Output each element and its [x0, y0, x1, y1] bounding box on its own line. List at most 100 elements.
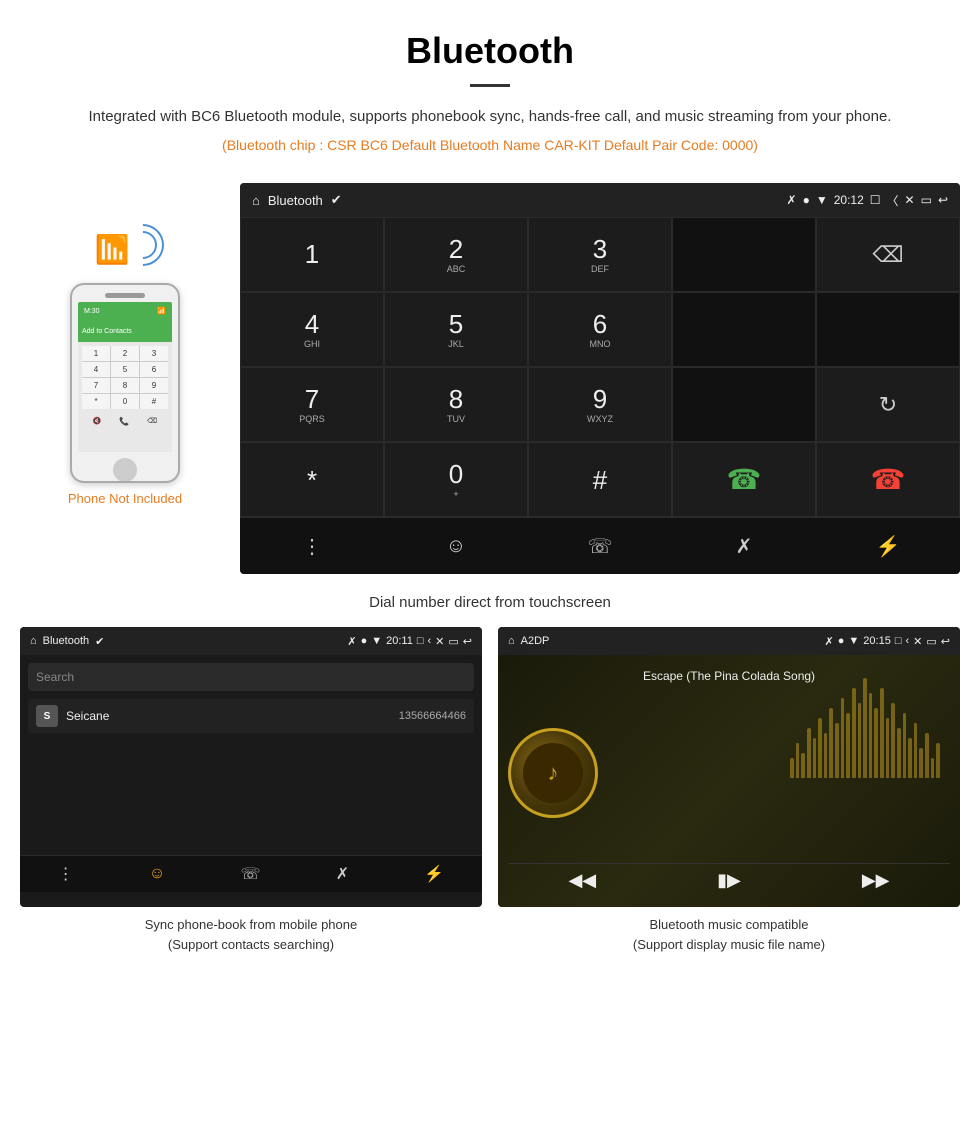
upper-section: 📶 M:30 📶 Add to Contacts 1 2: [20, 183, 960, 574]
pb-back-icon: ↩: [463, 635, 472, 648]
music-home-icon: ⌂: [508, 635, 515, 647]
pb-body: Search S Seicane 13566664466: [20, 655, 482, 855]
lower-section: ⌂ Bluetooth ✔ ✗ ● ▼ 20:11 □ ‹ ✕ ▭ ↩: [20, 627, 960, 954]
a2dp-music-icon: ♪: [523, 743, 583, 803]
a2dp-prev-button[interactable]: ◀◀: [568, 870, 596, 891]
dial-empty-4: [672, 367, 816, 442]
phonebook-screen: ⌂ Bluetooth ✔ ✗ ● ▼ 20:11 □ ‹ ✕ ▭ ↩: [20, 627, 482, 907]
bt-icon[interactable]: ✗: [724, 528, 764, 564]
a2dp-waveform: [790, 758, 940, 778]
music-statusbar: ⌂ A2DP ✗ ● ▼ 20:15 □ ‹ ✕ ▭ ↩: [498, 627, 960, 655]
music-back-icon: ↩: [941, 635, 950, 648]
dial-empty-3: [816, 292, 960, 367]
pb-contact-row[interactable]: S Seicane 13566664466: [28, 699, 474, 733]
bluetooth-wave-icon: 📶: [85, 223, 165, 283]
phone-icon[interactable]: ☏: [580, 528, 620, 564]
a2dp-album-art: ♪: [508, 728, 598, 818]
pb-search-placeholder: Search: [36, 670, 74, 684]
page-title: Bluetooth: [60, 30, 920, 72]
pb-bluetooth-icon[interactable]: ✗: [336, 864, 349, 884]
music-screen: ⌂ A2DP ✗ ● ▼ 20:15 □ ‹ ✕ ▭ ↩: [498, 627, 960, 907]
dial-key-4[interactable]: 4GHI: [240, 292, 384, 367]
pb-person-icon[interactable]: ☺: [149, 865, 165, 883]
dial-key-6[interactable]: 6MNO: [528, 292, 672, 367]
music-rect-icon: ▭: [926, 635, 936, 648]
home-icon: ⌂: [252, 193, 260, 208]
dial-statusbar: ⌂ Bluetooth ✔ ✗ ● ▼ 20:12 ☐ 〈 ✕ ▭ ↩: [240, 183, 960, 217]
pb-wifi-icon: ▼: [371, 635, 382, 647]
a2dp-playpause-button[interactable]: ▮▶: [717, 870, 741, 891]
dial-key-hash[interactable]: #: [528, 442, 672, 517]
dial-screen: ⌂ Bluetooth ✔ ✗ ● ▼ 20:12 ☐ 〈 ✕ ▭ ↩: [240, 183, 960, 574]
phone-screen: M:30 📶 Add to Contacts 1 2 3 4 5 6 7: [78, 302, 172, 452]
phone-screen-bar: M:30 📶: [78, 302, 172, 320]
pb-gps-icon: ●: [361, 635, 368, 647]
music-gps-icon: ●: [838, 635, 845, 647]
dial-key-2[interactable]: 2ABC: [384, 217, 528, 292]
dial-key-3[interactable]: 3DEF: [528, 217, 672, 292]
a2dp-next-button[interactable]: ▶▶: [862, 870, 890, 891]
pb-phone-icon[interactable]: ☏: [240, 864, 260, 884]
pb-contact-phone: 13566664466: [399, 710, 466, 722]
dial-bottom-bar: ⋮ ☺ ☏ ✗ ⚡: [240, 517, 960, 574]
pb-search-bar[interactable]: Search: [28, 663, 474, 691]
x-icon: ✕: [905, 193, 915, 207]
pb-title: Bluetooth: [43, 635, 89, 647]
dial-call-button[interactable]: ☎: [672, 442, 816, 517]
page-description: Integrated with BC6 Bluetooth module, su…: [60, 105, 920, 129]
phone-speaker: [105, 293, 145, 298]
phone-call-bar: Add to Contacts: [78, 320, 172, 342]
dial-caption: Dial number direct from touchscreen: [369, 594, 611, 611]
gps-icon: ●: [803, 193, 810, 207]
pb-x-icon: ✕: [435, 635, 444, 648]
dial-empty-2: [672, 292, 816, 367]
wifi-icon: ▼: [816, 193, 828, 207]
phone-area: 📶 M:30 📶 Add to Contacts 1 2: [20, 183, 230, 506]
a2dp-controls: ◀◀ ▮▶ ▶▶: [508, 863, 950, 897]
music-bt-icon: ✗: [825, 635, 834, 648]
dial-key-star[interactable]: *: [240, 442, 384, 517]
music-x-icon: ✕: [913, 635, 922, 648]
pb-usb-icon: ✔: [95, 635, 104, 648]
music-caption: Bluetooth music compatible (Support disp…: [498, 915, 960, 954]
dial-backspace-button[interactable]: ⌫: [816, 217, 960, 292]
phone-dialpad: 1 2 3 4 5 6 7 8 9 * 0 #: [82, 346, 168, 409]
pb-key-icon[interactable]: ⚡: [424, 864, 444, 884]
pb-cam-icon: □: [417, 635, 424, 647]
music-cam-icon: □: [895, 635, 902, 647]
page-header: Bluetooth Integrated with BC6 Bluetooth …: [0, 0, 980, 183]
music-item: ⌂ A2DP ✗ ● ▼ 20:15 □ ‹ ✕ ▭ ↩: [498, 627, 960, 954]
screen-title: Bluetooth: [268, 193, 323, 208]
rect-icon: ▭: [921, 193, 932, 207]
dial-key-5[interactable]: 5JKL: [384, 292, 528, 367]
dial-end-button[interactable]: ☎: [816, 442, 960, 517]
pb-rect-icon: ▭: [448, 635, 458, 648]
pb-time: 20:11: [386, 635, 413, 647]
dial-key-0[interactable]: 0+: [384, 442, 528, 517]
pb-home-icon: ⌂: [30, 635, 37, 647]
bluetooth-status-icon: ✗: [787, 193, 797, 207]
camera-icon: ☐: [870, 193, 881, 207]
pb-bt-icon: ✗: [347, 635, 356, 648]
dial-key-8[interactable]: 8TUV: [384, 367, 528, 442]
phone-mockup: M:30 📶 Add to Contacts 1 2 3 4 5 6 7: [70, 283, 180, 483]
dial-refresh-button[interactable]: ↻: [816, 367, 960, 442]
pb-contact-name: Seicane: [66, 709, 399, 723]
dialpad-icon[interactable]: ⋮: [292, 528, 332, 564]
phonebook-item: ⌂ Bluetooth ✔ ✗ ● ▼ 20:11 □ ‹ ✕ ▭ ↩: [20, 627, 482, 954]
volume-icon: 〈: [887, 192, 899, 209]
back-icon: ↩: [938, 193, 948, 207]
main-content: 📶 M:30 📶 Add to Contacts 1 2: [0, 183, 980, 954]
dial-key-9[interactable]: 9WXYZ: [528, 367, 672, 442]
dial-key-1[interactable]: 1: [240, 217, 384, 292]
pb-grid-icon[interactable]: ⋮: [58, 864, 74, 884]
pb-caption: Sync phone-book from mobile phone (Suppo…: [20, 915, 482, 954]
a2dp-body: Escape (The Pina Colada Song) ♪: [498, 655, 960, 907]
dial-key-7[interactable]: 7PQRS: [240, 367, 384, 442]
contacts-icon[interactable]: ☺: [436, 528, 476, 564]
settings-icon[interactable]: ⚡: [868, 528, 908, 564]
phone-not-included-label: Phone Not Included: [68, 491, 182, 506]
phone-home-button: [113, 458, 137, 482]
pb-statusbar: ⌂ Bluetooth ✔ ✗ ● ▼ 20:11 □ ‹ ✕ ▭ ↩: [20, 627, 482, 655]
music-time: 20:15: [863, 635, 891, 647]
